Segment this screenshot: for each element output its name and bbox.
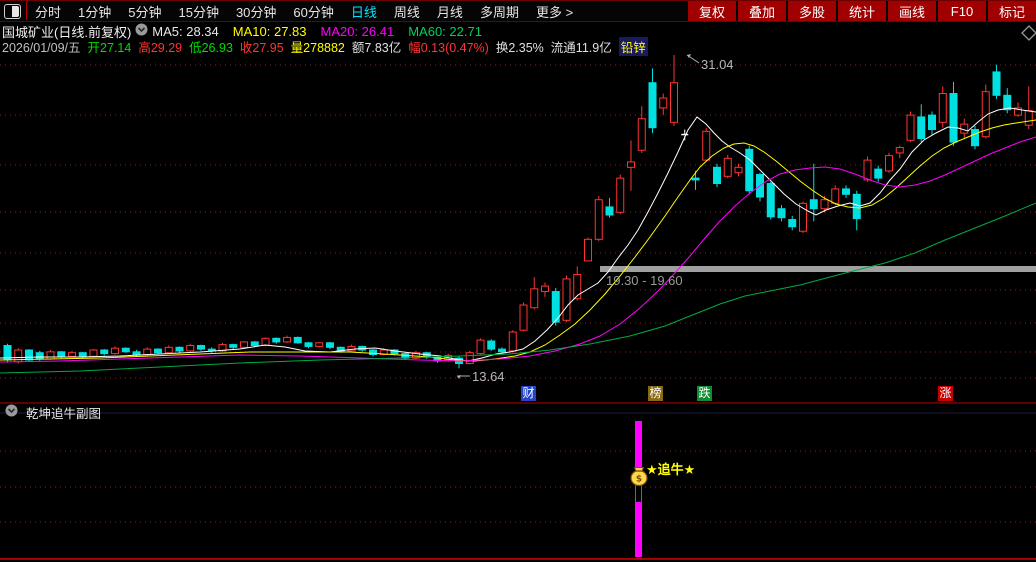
event-tag-跌[interactable]: 跌 [697, 386, 712, 401]
gap-range-label: 19.30 - 19.60 [606, 273, 683, 288]
sub-panel-header: 乾坤追牛副图 [0, 403, 1036, 422]
chevron-down-icon[interactable] [5, 404, 18, 420]
svg-text:$: $ [636, 475, 642, 485]
signal-label: ★追牛★ [646, 462, 696, 477]
candlestick-chart[interactable]: $ [0, 0, 1036, 562]
event-tag-涨[interactable]: 涨 [938, 386, 953, 401]
low-price-label: 13.64 [472, 369, 505, 384]
event-tag-财[interactable]: 财 [521, 386, 536, 401]
high-price-label: 31.04 [701, 57, 734, 72]
event-tag-榜[interactable]: 榜 [648, 386, 663, 401]
money-bag-icon: $ [630, 467, 648, 487]
bottom-border [0, 558, 1036, 560]
stock-app-window: { "menu": { "items": ["分时","1分钟","5分钟","… [0, 0, 1036, 562]
sub-panel-title[interactable]: 乾坤追牛副图 [26, 403, 101, 422]
diamond-icon[interactable] [1020, 24, 1036, 42]
